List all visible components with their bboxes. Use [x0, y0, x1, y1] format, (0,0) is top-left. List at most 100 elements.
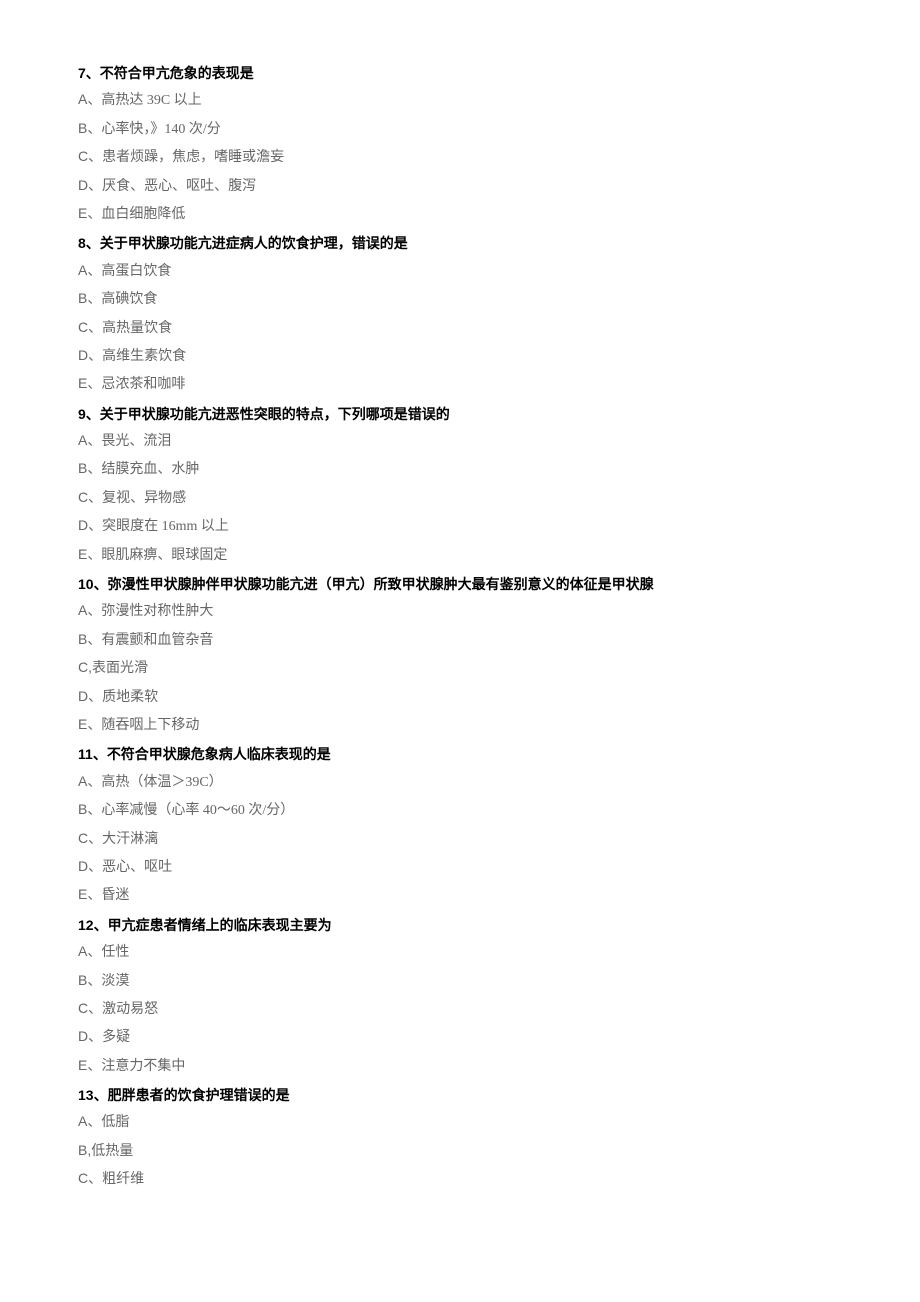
- question-text: 肥胖患者的饮食护理错误的是: [108, 1087, 290, 1103]
- option-label: C、: [78, 319, 102, 335]
- option-label: C、: [78, 489, 102, 505]
- option: C、激动易怒: [78, 997, 842, 1021]
- option-label: D、: [78, 1028, 102, 1044]
- option: D、质地柔软: [78, 685, 842, 709]
- question-text: 甲亢症患者情绪上的临床表现主要为: [108, 917, 332, 933]
- option: B、心率快，》140 次/分: [78, 117, 842, 141]
- option-text: 突眼度在 16mm 以上: [102, 519, 229, 534]
- option-label: D、: [78, 688, 102, 704]
- question-separator: 、: [86, 406, 100, 422]
- option: B、淡漠: [78, 969, 842, 993]
- question-number: 10: [78, 576, 94, 592]
- option-label: C、: [78, 1000, 102, 1016]
- option-label: C,: [78, 659, 92, 675]
- option-text: 大汗淋漓: [102, 832, 158, 847]
- option: D、厌食、恶心、呕吐、腹泻: [78, 174, 842, 198]
- option: C、大汗淋漓: [78, 827, 842, 851]
- question-number: 12: [78, 917, 94, 933]
- option: E、随吞咽上下移动: [78, 713, 842, 737]
- option: E、忌浓茶和咖啡: [78, 372, 842, 396]
- option-label: A、: [78, 943, 101, 959]
- option-label: B、: [78, 801, 101, 817]
- option-text: 复视、异物感: [102, 491, 186, 506]
- option: E、眼肌麻痹、眼球固定: [78, 543, 842, 567]
- option-text: 随吞咽上下移动: [101, 718, 199, 733]
- question-separator: 、: [94, 1087, 108, 1103]
- question-text: 关于甲状腺功能亢进恶性突眼的特点，下列哪项是错误的: [100, 406, 450, 422]
- option: D、多疑: [78, 1025, 842, 1049]
- option-label: A、: [78, 773, 101, 789]
- option: C、患者烦躁，焦虑，嗜睡或澹妄: [78, 145, 842, 169]
- option-text: 注意力不集中: [101, 1059, 185, 1074]
- option-label: D、: [78, 347, 102, 363]
- option-label: D、: [78, 858, 102, 874]
- option: C,表面光滑: [78, 656, 842, 680]
- option-text: 忌浓茶和咖啡: [101, 377, 185, 392]
- option: E、昏迷: [78, 883, 842, 907]
- question-separator: 、: [94, 576, 108, 592]
- option-label: E、: [78, 1057, 101, 1073]
- question-stem: 13、肥胖患者的饮食护理错误的是: [78, 1084, 842, 1106]
- option: B、结膜充血、水肿: [78, 457, 842, 481]
- question-text: 关于甲状腺功能亢进症病人的饮食护理，错误的是: [100, 235, 408, 251]
- question-number: 11: [78, 746, 93, 762]
- option-text: 眼肌麻痹、眼球固定: [101, 548, 227, 563]
- question-number: 9: [78, 406, 86, 422]
- option-text: 高碘饮食: [101, 292, 157, 307]
- question-stem: 7、不符合甲亢危象的表现是: [78, 62, 842, 84]
- option: A、任性: [78, 940, 842, 964]
- option-label: A、: [78, 1113, 101, 1129]
- option-label: B、: [78, 972, 101, 988]
- question-stem: 8、关于甲状腺功能亢进症病人的饮食护理，错误的是: [78, 232, 842, 254]
- option-text: 弥漫性对称性肿大: [101, 604, 213, 619]
- option-text: 高维生素饮食: [102, 349, 186, 364]
- option-label: B、: [78, 290, 101, 306]
- option-text: 粗纤维: [102, 1172, 144, 1187]
- option-label: A、: [78, 602, 101, 618]
- option-text: 昏迷: [101, 888, 129, 903]
- option-text: 低热量: [91, 1144, 133, 1159]
- question-text: 弥漫性甲状腺肿伴甲状腺功能亢进（甲亢）所致甲状腺肿大最有鉴别意义的体征是甲状腺: [108, 576, 654, 592]
- option: C、粗纤维: [78, 1167, 842, 1191]
- option: A、高热（体温＞39C）: [78, 770, 842, 794]
- option-label: B,: [78, 1142, 91, 1158]
- option-label: E、: [78, 205, 101, 221]
- question-number: 13: [78, 1087, 94, 1103]
- question-stem: 9、关于甲状腺功能亢进恶性突眼的特点，下列哪项是错误的: [78, 403, 842, 425]
- question-number: 8: [78, 235, 86, 251]
- option: B、高碘饮食: [78, 287, 842, 311]
- option-label: C、: [78, 830, 102, 846]
- option: D、高维生素饮食: [78, 344, 842, 368]
- option: D、恶心、呕吐: [78, 855, 842, 879]
- option: B、心率减慢（心率 40～60 次/分）: [78, 798, 842, 822]
- option: C、高热量饮食: [78, 316, 842, 340]
- question-separator: 、: [86, 65, 100, 81]
- option-text: 结膜充血、水肿: [101, 462, 199, 477]
- question-separator: 、: [94, 917, 108, 933]
- option-label: D、: [78, 177, 102, 193]
- option-text: 低脂: [101, 1115, 129, 1130]
- option-text: 血白细胞降低: [101, 207, 185, 222]
- option-label: E、: [78, 716, 101, 732]
- option-text: 心率减慢（心率 40～60 次/分）: [101, 803, 294, 818]
- option: E、注意力不集中: [78, 1054, 842, 1078]
- option-text: 患者烦躁，焦虑，嗜睡或澹妄: [102, 150, 284, 165]
- document-body: 7、不符合甲亢危象的表现是A、高热达 39C 以上B、心率快，》140 次/分C…: [78, 62, 842, 1192]
- question-separator: 、: [86, 235, 100, 251]
- question-text: 不符合甲亢危象的表现是: [100, 65, 254, 81]
- option-text: 厌食、恶心、呕吐、腹泻: [102, 179, 256, 194]
- option-text: 心率快，》140 次/分: [101, 122, 220, 137]
- option: A、弥漫性对称性肿大: [78, 599, 842, 623]
- question-separator: 、: [93, 746, 107, 762]
- option-text: 激动易怒: [102, 1002, 158, 1017]
- option-text: 恶心、呕吐: [102, 860, 172, 875]
- question-stem: 11、不符合甲状腺危象病人临床表现的是: [78, 743, 842, 765]
- option-label: E、: [78, 546, 101, 562]
- option-text: 高热达 39C 以上: [101, 93, 201, 108]
- option-label: B、: [78, 120, 101, 136]
- option-text: 高热（体温＞39C）: [101, 775, 222, 790]
- option-label: A、: [78, 91, 101, 107]
- option-label: C、: [78, 148, 102, 164]
- question-stem: 10、弥漫性甲状腺肿伴甲状腺功能亢进（甲亢）所致甲状腺肿大最有鉴别意义的体征是甲…: [78, 573, 842, 595]
- option-text: 高热量饮食: [102, 321, 172, 336]
